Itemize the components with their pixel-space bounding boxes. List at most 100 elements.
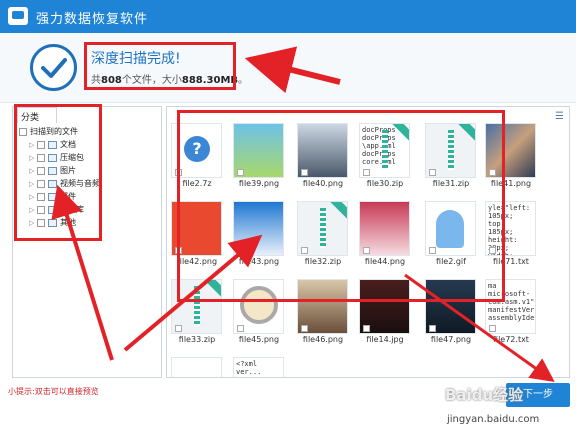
expand-arrow-icon[interactable]: ▷ [29, 193, 37, 201]
file-thumbnail[interactable] [425, 279, 476, 334]
footer: 小提示:双击可以直接预览 下一步 Baidu经验 jingyan.baidu.c… [0, 380, 576, 435]
file-tile[interactable]: file14.jpg [359, 279, 414, 347]
app-logo-icon [8, 7, 28, 25]
file-thumbnail[interactable] [171, 279, 222, 334]
file-thumbnail[interactable] [297, 279, 348, 334]
stats-middle: 个文件，大小 [121, 75, 182, 86]
file-tile[interactable]: file41.png [485, 123, 540, 191]
archive-ribbon-icon [457, 124, 475, 143]
expand-arrow-icon[interactable]: ▷ [29, 219, 37, 227]
expand-arrow-icon[interactable]: ▷ [29, 167, 37, 175]
video-icon [48, 179, 57, 188]
file-thumbnail[interactable]: ? [171, 123, 222, 178]
file-checkbox[interactable] [301, 169, 308, 176]
sidebar-item-images[interactable]: ▷ 图片 [19, 164, 159, 177]
category-panel: 分类 扫描到的文件 ▷ 文档 ▷ 压缩包 ▷ 图片 ▷ 视频与音频 ▷ 邮件 ▷… [12, 106, 162, 378]
file-name: file72.txt [493, 335, 529, 344]
file-thumbnail[interactable] [297, 123, 348, 178]
sidebar-item-database[interactable]: ▷ 数据库 [19, 203, 159, 216]
file-checkbox[interactable] [237, 169, 244, 176]
item-checkbox[interactable] [37, 166, 45, 175]
file-name: file47.png [430, 335, 472, 344]
file-thumbnail[interactable] [359, 279, 410, 334]
sidebar-item-other[interactable]: ▷ 其他 [19, 216, 159, 229]
file-tile[interactable]: file45.png [233, 279, 288, 347]
file-tile[interactable]: file39.png [233, 123, 288, 191]
file-tile[interactable]: file32.zip [297, 201, 352, 269]
item-checkbox[interactable] [37, 140, 45, 149]
file-name: file42.png [176, 257, 218, 266]
other-icon [48, 218, 57, 227]
file-checkbox[interactable] [363, 247, 370, 254]
file-checkbox[interactable] [175, 169, 182, 176]
file-tile[interactable]: file47.png [425, 279, 480, 347]
item-checkbox[interactable] [37, 153, 45, 162]
expand-arrow-icon[interactable]: ▷ [29, 141, 37, 149]
file-tile[interactable]: file43.png [233, 201, 288, 269]
root-checkbox[interactable] [19, 127, 27, 136]
file-thumbnail[interactable] [359, 201, 410, 256]
file-checkbox[interactable] [363, 325, 370, 332]
file-thumbnail[interactable] [233, 123, 284, 178]
tree-root[interactable]: 扫描到的文件 [19, 125, 159, 138]
file-tile[interactable]: file46.png [297, 279, 352, 347]
file-thumbnail[interactable]: docProps docProps \app.xml docProps core.xml [359, 123, 410, 178]
file-thumbnail[interactable] [425, 123, 476, 178]
file-tile[interactable]: ? file2.7z [171, 123, 226, 191]
file-checkbox[interactable] [363, 169, 370, 176]
expand-arrow-icon[interactable]: ▷ [29, 154, 37, 162]
file-thumbnail[interactable] [485, 123, 536, 178]
stats-prefix: 共 [91, 75, 101, 86]
file-checkbox[interactable] [489, 247, 496, 254]
item-checkbox[interactable] [37, 192, 45, 201]
sidebar-item-documents[interactable]: ▷ 文档 [19, 138, 159, 151]
document-icon [48, 140, 57, 149]
file-checkbox[interactable] [489, 169, 496, 176]
file-checkbox[interactable] [175, 247, 182, 254]
file-tile[interactable]: docProps docProps \app.xml docProps core.xml… [359, 123, 414, 191]
file-checkbox[interactable] [301, 247, 308, 254]
file-checkbox[interactable] [489, 325, 496, 332]
file-tile[interactable]: file33.zip [171, 279, 226, 347]
item-label: 文档 [60, 140, 76, 149]
file-tile[interactable]: file31.zip [425, 123, 480, 191]
file-thumbnail[interactable]: yle="left: 105px; top: 185px; height: 30px;… [485, 201, 536, 256]
file-thumbnail[interactable]: <?xml ver... [233, 357, 284, 377]
item-checkbox[interactable] [37, 218, 45, 227]
item-checkbox[interactable] [37, 179, 45, 188]
file-thumbnail[interactable] [233, 201, 284, 256]
file-thumbnail[interactable] [425, 201, 476, 256]
expand-arrow-icon[interactable]: ▷ [29, 206, 37, 214]
file-checkbox[interactable] [429, 247, 436, 254]
item-checkbox[interactable] [37, 205, 45, 214]
file-checkbox[interactable] [301, 325, 308, 332]
file-preview-line: 105px; top: [488, 212, 514, 228]
file-checkbox[interactable] [175, 325, 182, 332]
file-name: file31.zip [432, 179, 470, 188]
sidebar-item-video-audio[interactable]: ▷ 视频与音频 [19, 177, 159, 190]
file-checkbox[interactable] [429, 169, 436, 176]
file-checkbox[interactable] [237, 325, 244, 332]
file-checkbox[interactable] [237, 247, 244, 254]
file-tile[interactable]: file42.png [171, 201, 226, 269]
menu-icon[interactable]: ☰ [555, 111, 564, 122]
file-thumbnail[interactable] [297, 201, 348, 256]
sidebar-item-archives[interactable]: ▷ 压缩包 [19, 151, 159, 164]
file-tile[interactable]: file2.gif [425, 201, 480, 269]
expand-arrow-icon[interactable]: ▷ [29, 180, 37, 188]
file-thumbnail[interactable] [171, 201, 222, 256]
file-name: file14.jpg [366, 335, 404, 344]
file-thumbnail[interactable] [233, 279, 284, 334]
file-checkbox[interactable] [429, 325, 436, 332]
file-tile[interactable]: mamicrosoft-com:asm.v1"manifestVersiasse… [485, 279, 540, 347]
file-tile[interactable] [171, 357, 226, 377]
file-thumbnail[interactable]: mamicrosoft-com:asm.v1"manifestVersiasse… [485, 279, 536, 334]
file-tile[interactable]: <?xml ver... [233, 357, 288, 377]
file-tile[interactable]: file40.png [297, 123, 352, 191]
file-name: file39.png [238, 179, 280, 188]
tab-category[interactable]: 分类 [17, 107, 57, 123]
file-tile[interactable]: yle="left: 105px; top: 185px; height: 30px;… [485, 201, 540, 269]
file-tile[interactable]: file44.png [359, 201, 414, 269]
file-thumbnail[interactable] [171, 357, 222, 377]
sidebar-item-mail[interactable]: ▷ 邮件 [19, 190, 159, 203]
